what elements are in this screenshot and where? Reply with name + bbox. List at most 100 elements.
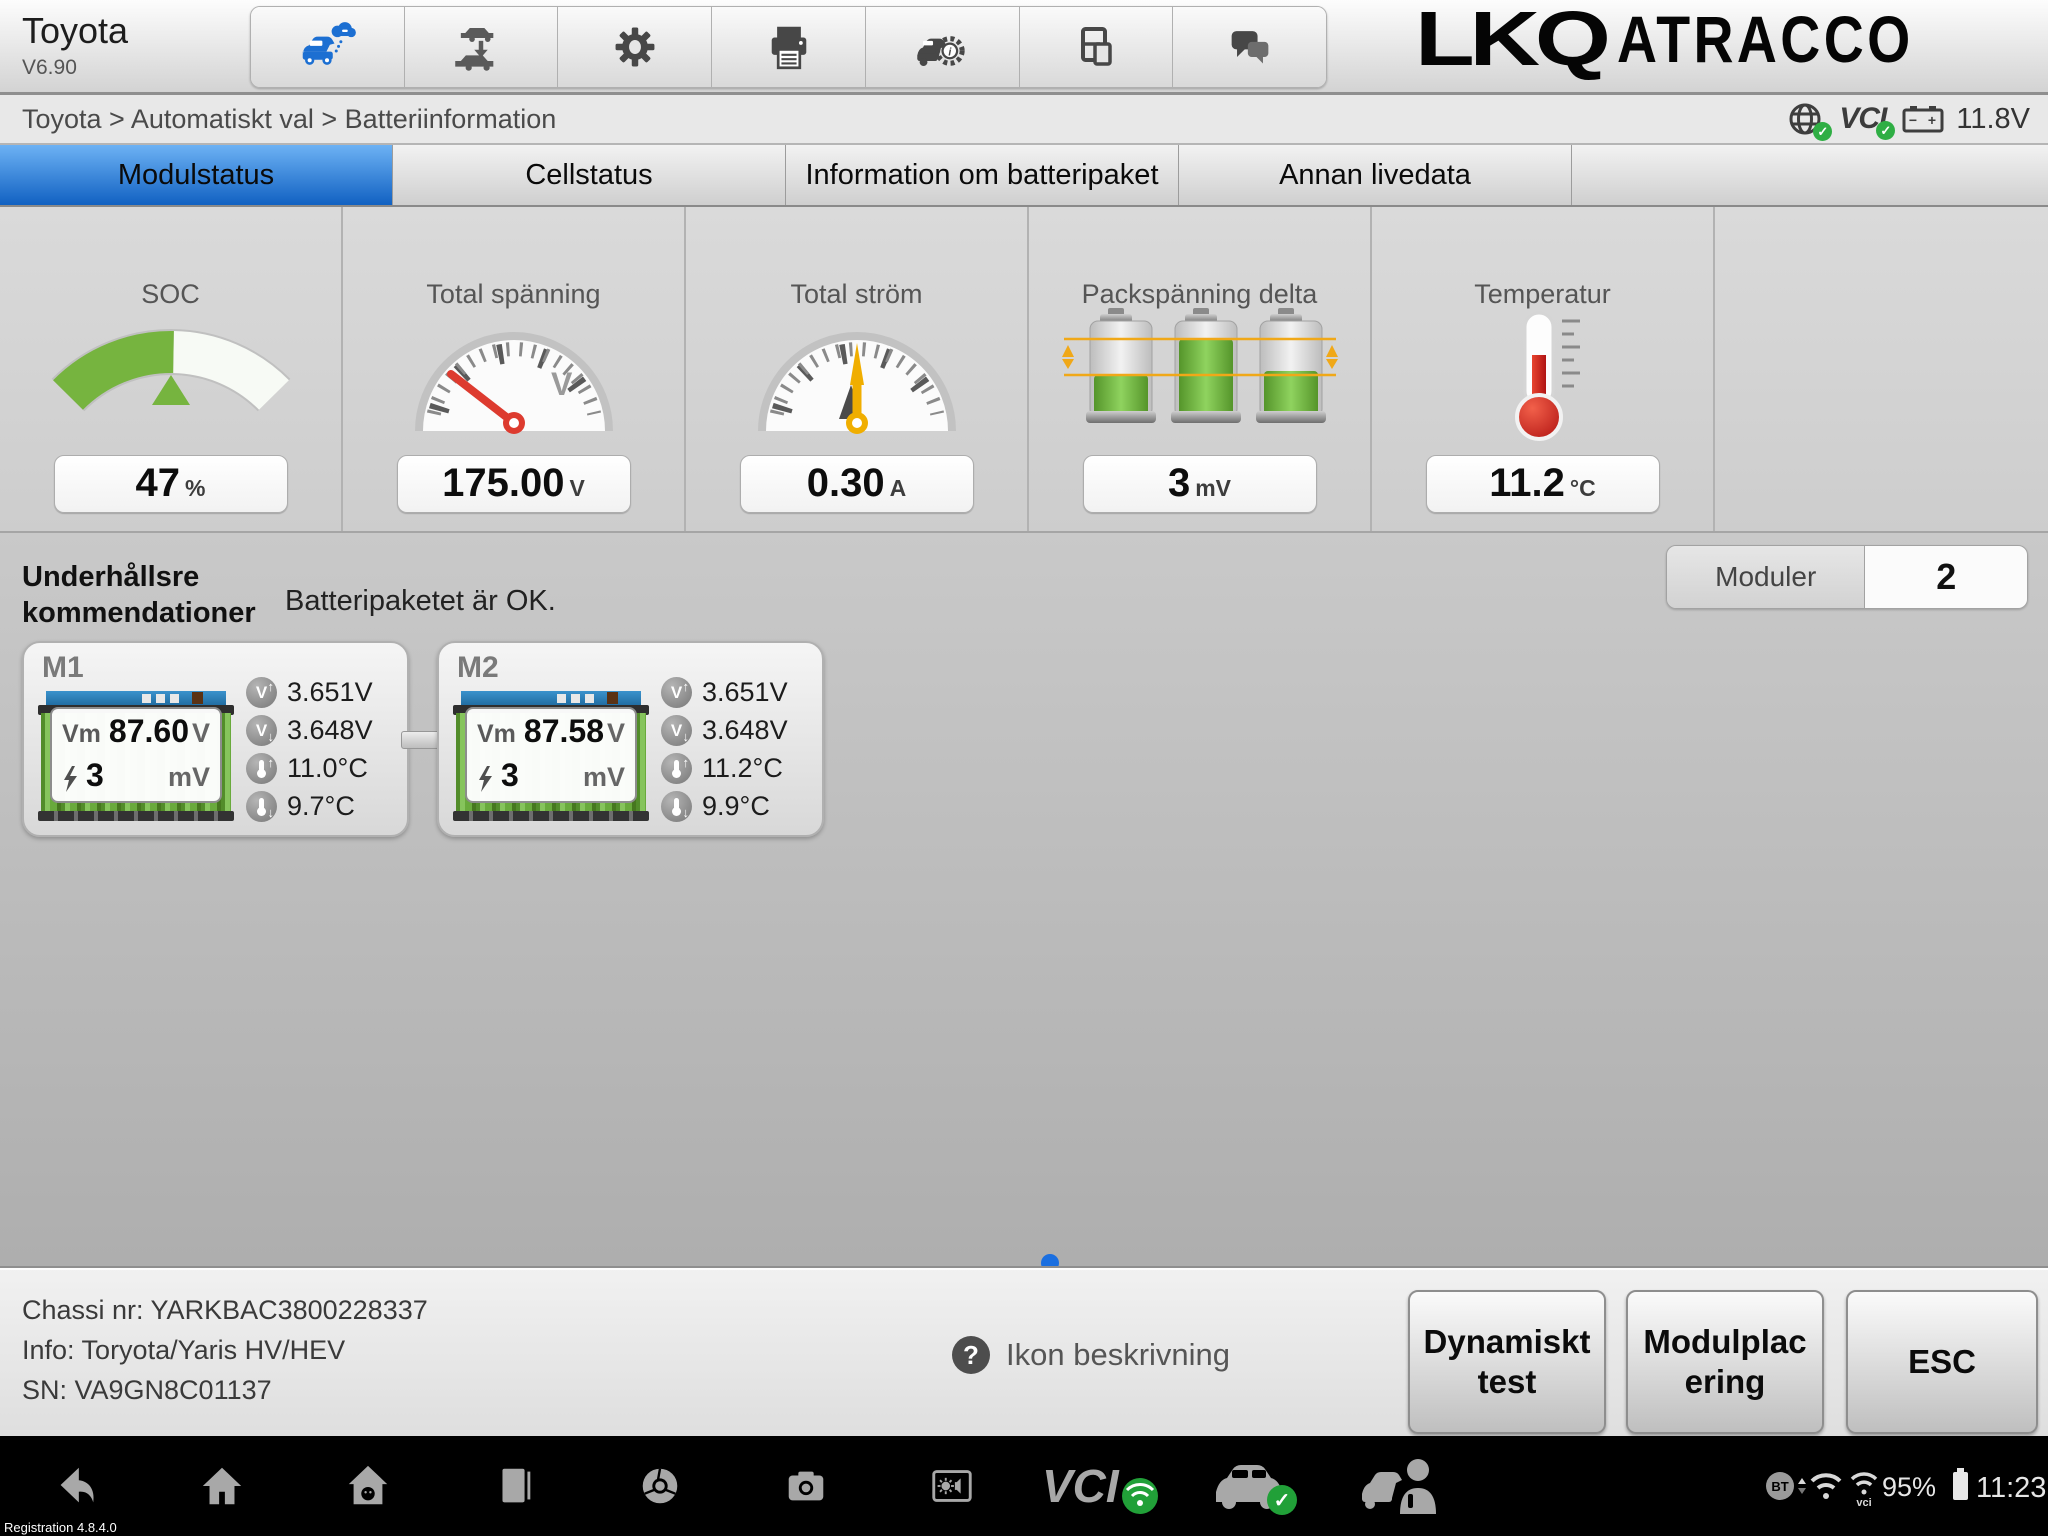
- tab-cellstatus[interactable]: Cellstatus: [393, 145, 786, 205]
- gauge-total-current: Total ström 0.30 A: [686, 207, 1029, 531]
- gauge-delta-value-box: 3 mV: [1083, 455, 1317, 513]
- vehicle-connection-button[interactable]: ✓: [1210, 1456, 1306, 1516]
- car-battery-icon: − +: [1902, 104, 1948, 134]
- vm-label: Vm: [477, 720, 516, 749]
- tmin-icon: ↓: [246, 791, 277, 822]
- gauge-row: SOC 47 % Total spänning V: [0, 207, 2048, 533]
- tab-modulstatus[interactable]: Modulstatus: [0, 145, 393, 205]
- footer-bar: Chassi nr: YARKBAC3800228337 Info: Toryo…: [0, 1266, 2048, 1438]
- chrome-icon: [636, 1462, 684, 1510]
- module-name: M1: [42, 651, 84, 685]
- thermometer-graphic: [1478, 307, 1608, 442]
- svg-text:✓: ✓: [1274, 1490, 1291, 1512]
- current-dial-gauge: [742, 323, 972, 438]
- android-navbar: VCI ✓: [0, 1436, 2048, 1536]
- tab-annan-livedata[interactable]: Annan livedata: [1179, 145, 1572, 205]
- gauge-temperature-label: Temperatur: [1372, 279, 1713, 310]
- module-voltage: 87.58: [524, 713, 604, 750]
- vehicle-info: Info: Toryota/Yaris HV/HEV: [22, 1330, 428, 1370]
- tmax-icon: ↑: [246, 753, 277, 784]
- gauge-current-label: Total ström: [686, 279, 1027, 310]
- icon-description-button[interactable]: ? Ikon beskrivning: [952, 1336, 1230, 1374]
- module-value-box: Vm 87.60 V 3 mV: [50, 707, 222, 803]
- module-value-box: Vm 87.58 V 3 mV: [465, 707, 637, 803]
- module-stats: V↑3.651V V↓3.648V ↑11.2°C ↓9.9°C: [661, 673, 817, 825]
- chrome-button[interactable]: [636, 1462, 684, 1510]
- svg-text:vci: vci: [1856, 1497, 1871, 1509]
- connection-indicators: ✓ VCI ✓ − + 11.8V: [1787, 95, 2030, 143]
- gauge-soc: SOC 47 %: [0, 207, 343, 531]
- vmax-icon: V↑: [661, 677, 692, 708]
- brightness-volume-icon: [928, 1462, 976, 1510]
- module-status-panel: Underhållsre kommendationer Batteripaket…: [0, 533, 2048, 1266]
- module-placement-button[interactable]: Modulplacering: [1626, 1290, 1824, 1434]
- gauge-current-value-box: 0.30 A: [740, 455, 974, 513]
- home-button[interactable]: [198, 1462, 246, 1510]
- vmin-icon: V↓: [661, 715, 692, 746]
- vehicle-data-button[interactable]: i: [866, 7, 1020, 87]
- module-name: M2: [457, 651, 499, 685]
- screenshot-button[interactable]: [782, 1462, 830, 1510]
- pcb-strip: [461, 691, 641, 706]
- vm-label: Vm: [62, 720, 101, 749]
- module-delta: 3: [86, 757, 104, 794]
- dynamic-test-button[interactable]: Dynamiskt test: [1408, 1290, 1606, 1434]
- toolbar: i: [250, 6, 1327, 88]
- android-home-button[interactable]: [344, 1462, 392, 1510]
- vmin-icon: V↓: [246, 715, 277, 746]
- tmax-icon: ↑: [661, 753, 692, 784]
- data-manager-icon: [1071, 21, 1121, 73]
- vehicle-info-block: Chassi nr: YARKBAC3800228337 Info: Toryo…: [22, 1290, 428, 1410]
- help-icon: ?: [952, 1336, 990, 1374]
- vehicle-exchange-icon: [453, 21, 509, 73]
- mechanic-button[interactable]: [1360, 1456, 1450, 1518]
- tab-bar: Modulstatus Cellstatus Information om ba…: [0, 145, 2048, 207]
- gauge-soc-label: SOC: [0, 279, 341, 310]
- pcb-strip: [46, 691, 226, 706]
- recent-apps-button[interactable]: [490, 1462, 538, 1510]
- display-settings-button[interactable]: [928, 1462, 976, 1510]
- vci-status: VCI ✓: [1839, 102, 1886, 136]
- svg-text:V: V: [551, 366, 573, 402]
- svg-text:−: −: [1909, 112, 1917, 128]
- vci-shortcut-button[interactable]: VCI: [1040, 1456, 1170, 1516]
- print-icon: [762, 21, 816, 73]
- maintenance-message: Batteripaketet är OK.: [285, 585, 556, 618]
- modules-counter-value: 2: [1865, 546, 2027, 608]
- print-button[interactable]: [712, 7, 866, 87]
- camera-icon: [782, 1462, 830, 1510]
- data-manager-button[interactable]: [1020, 7, 1174, 87]
- remote-diagnostics-button[interactable]: [251, 7, 405, 87]
- module-card-m2[interactable]: M2 Vm 87.58 V 3 mV: [437, 641, 824, 837]
- network-status: ✓: [1787, 101, 1823, 137]
- battery-delta-graphic: [1050, 307, 1350, 442]
- tab-filler: [1572, 145, 2048, 205]
- settings-icon: [608, 20, 662, 74]
- settings-button[interactable]: [558, 7, 712, 87]
- recent-apps-icon: [490, 1462, 538, 1510]
- gauge-delta-label: Packspänning delta: [1029, 279, 1370, 310]
- module-card-m1[interactable]: M1 Vm 87.60 V 3 mV: [22, 641, 409, 837]
- icon-description-label: Ikon beskrivning: [1006, 1337, 1230, 1373]
- messages-icon: [1223, 21, 1277, 73]
- esc-button[interactable]: ESC: [1846, 1290, 2038, 1434]
- serial-number: SN: VA9GN8C01137: [22, 1370, 428, 1410]
- modules-counter-label: Moduler: [1667, 546, 1865, 608]
- status-tray: BT vci 95% 11:23: [1764, 1456, 2044, 1516]
- vehicle-exchange-button[interactable]: [405, 7, 559, 87]
- top-toolbar: Toyota V6.90: [0, 0, 2048, 95]
- battery-percent: 95%: [1882, 1472, 1936, 1503]
- back-button[interactable]: [51, 1462, 99, 1510]
- app-version: V6.90: [22, 56, 128, 80]
- back-icon: [51, 1462, 99, 1510]
- voltage-dial-gauge: V: [399, 323, 629, 438]
- bolt-icon: [62, 766, 78, 792]
- mechanic-icon: [1360, 1456, 1450, 1518]
- gauge-temperature: Temperatur: [1372, 207, 1715, 531]
- tmin-icon: ↓: [661, 791, 692, 822]
- soc-arc-gauge: [41, 311, 301, 431]
- tab-batteripaket-info[interactable]: Information om batteripaket: [786, 145, 1179, 205]
- battery-indicator: − + 11.8V: [1902, 103, 2030, 136]
- messages-button[interactable]: [1173, 7, 1326, 87]
- battery-voltage: 11.8V: [1956, 103, 2030, 136]
